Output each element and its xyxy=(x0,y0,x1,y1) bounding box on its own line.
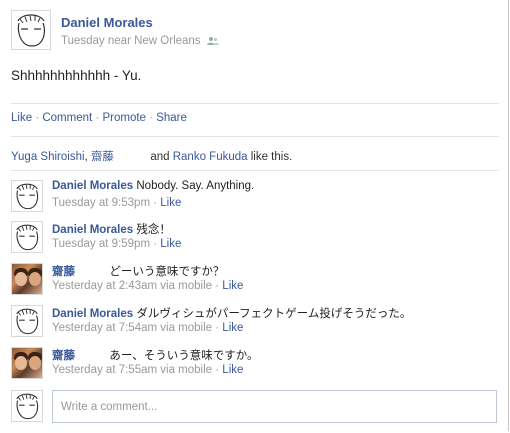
post-author-name[interactable]: Daniel Morales xyxy=(61,15,153,30)
comment-time[interactable]: Yesterday at 2:43am xyxy=(52,280,157,292)
comment-text: Nobody. Say. Anything. xyxy=(136,180,255,192)
comment-meta: Yesterday at 2:43am via mobile · Like xyxy=(52,280,244,292)
sketch-face-icon xyxy=(16,224,39,251)
liker-name[interactable]: Ranko Fukuda xyxy=(173,151,248,163)
separator: · xyxy=(35,112,40,124)
sketch-face-icon xyxy=(17,14,46,47)
comment-time[interactable]: Tuesday at 9:59pm xyxy=(52,238,150,250)
comment-via: via mobile xyxy=(160,322,213,334)
sketch-avatar[interactable] xyxy=(11,305,43,337)
comment-item: Daniel Morales ダルヴィシュがパーフェクトゲーム投げそうだった。 … xyxy=(11,305,491,339)
comment-body: Daniel Morales Nobody. Say. Anything. xyxy=(52,180,254,192)
comment-author[interactable]: 齋藤 xyxy=(52,350,75,362)
comment-time[interactable]: Tuesday at 9:53pm xyxy=(52,197,150,209)
photo-avatar[interactable] xyxy=(11,263,43,295)
comment-author[interactable]: Daniel Morales xyxy=(52,224,133,236)
likes-summary: Yuga Shiroishi, 齋藤 and Ranko Fukuda like… xyxy=(11,148,292,164)
comment-item: Daniel Morales Nobody. Say. Anything. Tu… xyxy=(11,180,491,214)
sketch-face-icon xyxy=(16,393,39,420)
comment-item: 齋藤 どーいう意味ですか？ Yesterday at 2:43am via mo… xyxy=(11,263,491,297)
comment-body: Daniel Morales ダルヴィシュがパーフェクトゲーム投げそうだった。 xyxy=(52,305,411,321)
sketch-face-icon xyxy=(16,308,39,335)
comment-via: via mobile xyxy=(160,280,213,292)
liker-name[interactable]: 齋藤 xyxy=(91,151,114,163)
sketch-face-icon xyxy=(16,183,39,210)
likes-suffix: like this. xyxy=(250,151,293,163)
post-text: Shhhhhhhhhhhh - Yu. xyxy=(11,68,142,83)
comment-text: あー、そういう意味ですか。 xyxy=(109,350,259,362)
current-user-avatar xyxy=(11,390,43,422)
sketch-avatar[interactable] xyxy=(11,180,43,212)
comment-like-link[interactable]: Like xyxy=(160,197,181,209)
comment-text: 残念！ xyxy=(136,224,171,236)
divider xyxy=(11,103,499,104)
comment-text: どーいう意味ですか？ xyxy=(109,266,225,278)
share-link[interactable]: Share xyxy=(156,112,187,124)
comment-link[interactable]: Comment xyxy=(42,112,92,124)
write-comment-input[interactable] xyxy=(52,390,497,423)
promote-link[interactable]: Promote xyxy=(102,112,145,124)
comment-time[interactable]: Yesterday at 7:55am xyxy=(52,364,157,376)
comment-body: 齋藤 どーいう意味ですか？ xyxy=(52,263,224,279)
post-meta: Tuesday near New Orleans xyxy=(61,35,219,47)
comment-item: 齋藤 あー、そういう意味ですか。 Yesterday at 7:55am via… xyxy=(11,347,491,381)
friends-privacy-icon[interactable] xyxy=(206,36,219,46)
author-avatar[interactable] xyxy=(11,10,51,50)
comment-via: via mobile xyxy=(160,364,213,376)
post-meta-text: Tuesday near New Orleans xyxy=(61,35,201,47)
liker-name[interactable]: Yuga Shiroishi xyxy=(11,151,85,163)
sketch-avatar[interactable] xyxy=(11,221,43,253)
comment-meta: Yesterday at 7:55am via mobile · Like xyxy=(52,364,244,376)
photo-avatar[interactable] xyxy=(11,347,43,379)
divider xyxy=(11,170,499,171)
comment-meta: Yesterday at 7:54am via mobile · Like xyxy=(52,322,244,334)
separator: · xyxy=(149,112,153,124)
likes-and: and xyxy=(150,151,170,163)
separator: · xyxy=(95,112,100,124)
comment-body: Daniel Morales 残念！ xyxy=(52,221,171,237)
comment-meta: Tuesday at 9:59pm · Like xyxy=(52,238,182,250)
comment-author[interactable]: Daniel Morales xyxy=(52,308,133,320)
like-link[interactable]: Like xyxy=(11,112,32,124)
comment-text: ダルヴィシュがパーフェクトゲーム投げそうだった。 xyxy=(136,308,412,320)
comment-meta: Tuesday at 9:53pm · Like xyxy=(52,197,182,209)
comment-like-link[interactable]: Like xyxy=(222,364,243,376)
likes-comma: , xyxy=(84,151,88,163)
comment-author[interactable]: 齋藤 xyxy=(52,266,75,278)
comment-like-link[interactable]: Like xyxy=(222,322,243,334)
comment-body: 齋藤 あー、そういう意味ですか。 xyxy=(52,347,259,363)
post-actions: Like · Comment · Promote · Share xyxy=(11,112,187,124)
comment-author[interactable]: Daniel Morales xyxy=(52,180,133,192)
comment-item: Daniel Morales 残念！ Tuesday at 9:59pm · L… xyxy=(11,221,491,255)
comment-like-link[interactable]: Like xyxy=(160,238,181,250)
comment-time[interactable]: Yesterday at 7:54am xyxy=(52,322,157,334)
comment-like-link[interactable]: Like xyxy=(222,280,243,292)
divider xyxy=(11,136,499,137)
